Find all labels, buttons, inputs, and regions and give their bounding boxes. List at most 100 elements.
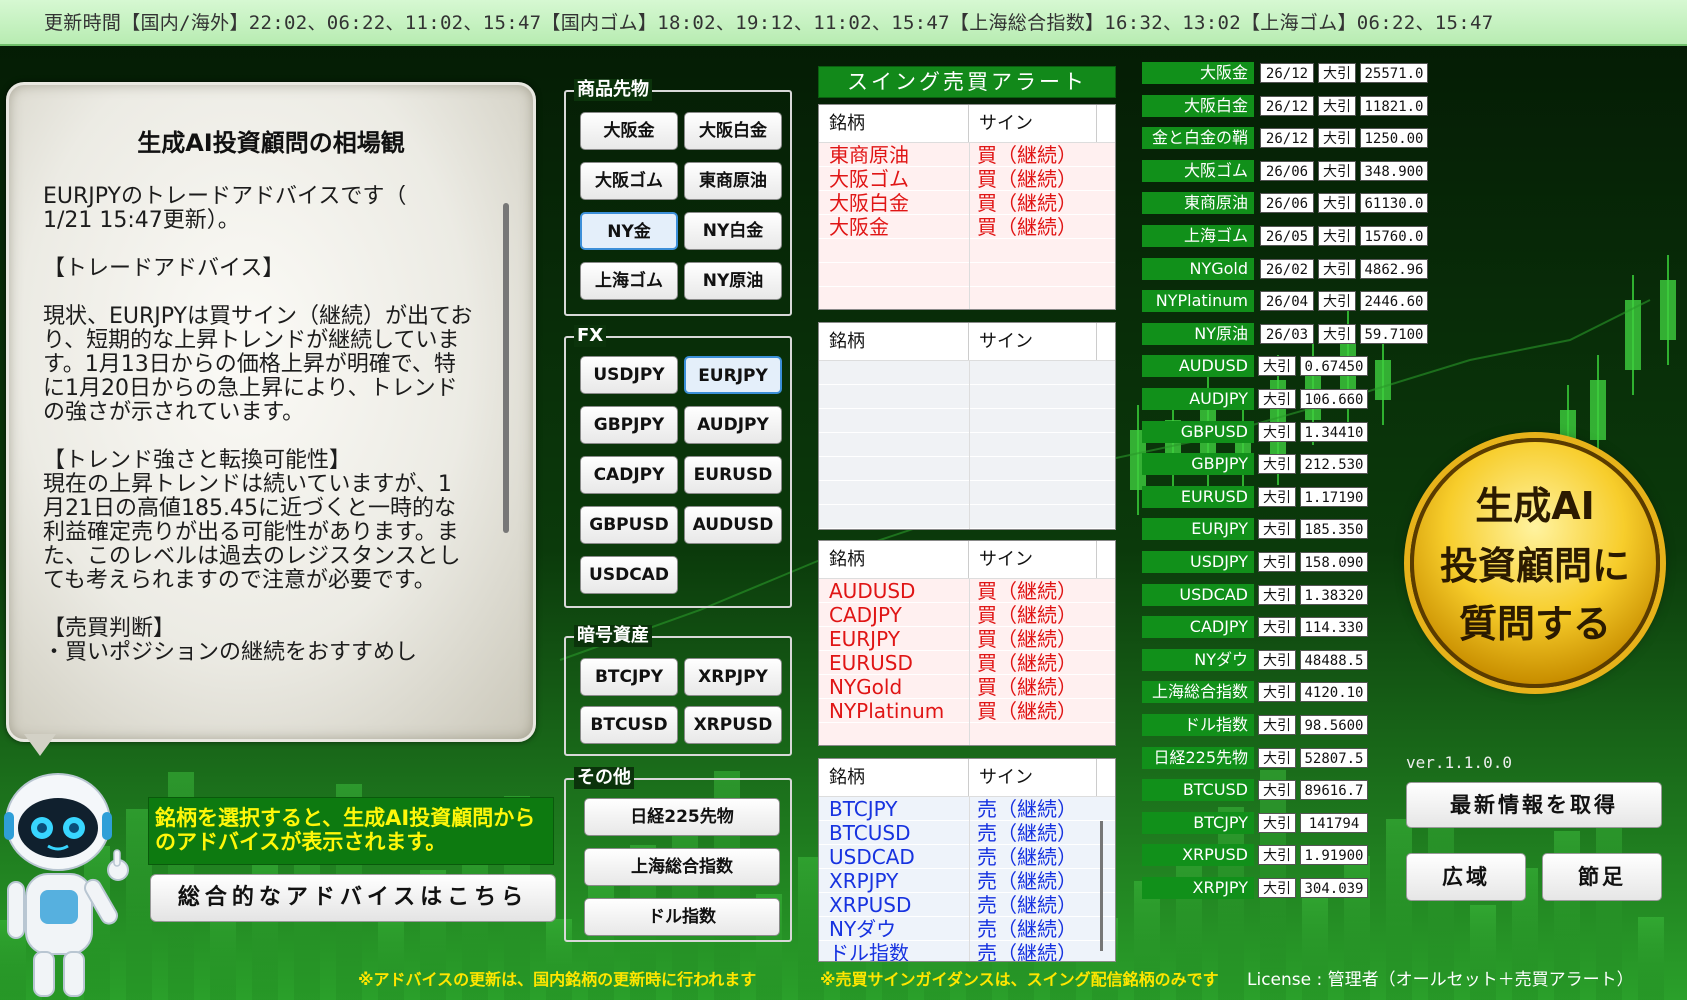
price-value: 1.91900	[1300, 845, 1368, 866]
shanghai-rubber-button[interactable]: 上海ゴム	[580, 262, 678, 300]
dollar-index-button[interactable]: ドル指数	[584, 898, 780, 936]
signal-symbol: NYダウ	[829, 917, 897, 941]
price-symbol: 東商原油	[1142, 192, 1254, 215]
price-kind: 大引	[1258, 878, 1296, 898]
signal-symbol: NYGold	[829, 675, 903, 699]
price-value: 59.7100	[1360, 323, 1428, 344]
signal-row[interactable]: 大阪白金 買（継続）	[819, 191, 1115, 215]
signal-row[interactable]: ドル指数 売（継続）	[819, 941, 1115, 962]
signal-scrollbar[interactable]	[1100, 821, 1103, 951]
signal-row[interactable]: 東商原油 買（継続）	[819, 143, 1115, 167]
price-row: 東商原油 26/06 大引 61130.0	[1142, 192, 1428, 215]
advice-text[interactable]: EURJPYのトレードアドバイスです（ 1/21 15:47更新）。 【トレード…	[43, 185, 473, 733]
signal-rows[interactable]: BTCJPY 売（継続） BTCUSD 売（継続） USDCAD 売（継続） XRPJPY 売…	[819, 797, 1115, 962]
signal-symbol: 大阪白金	[829, 191, 909, 215]
price-kind: 大引	[1258, 845, 1296, 866]
contract-month: 26/05	[1260, 226, 1314, 246]
price-symbol: 上海ゴム	[1142, 225, 1254, 247]
signal-row[interactable]: BTCJPY 売（継続）	[819, 797, 1115, 821]
signal-rows[interactable]	[819, 361, 1115, 529]
xrpusd-button[interactable]: XRPUSD	[684, 706, 782, 744]
footstep-button[interactable]: 節足	[1542, 853, 1662, 901]
col-name-header: 銘柄	[819, 323, 969, 360]
osaka-rubber-button[interactable]: 大阪ゴム	[580, 162, 678, 200]
price-value: 158.090	[1300, 552, 1368, 572]
audusd-button[interactable]: AUDUSD	[684, 506, 782, 544]
signal-sign: 買（継続）	[977, 191, 1077, 215]
price-kind: 大引	[1318, 193, 1356, 214]
signal-table-header: 銘柄 サイン	[819, 541, 1115, 579]
signal-row[interactable]: 大阪金 買（継続）	[819, 215, 1115, 239]
signal-row[interactable]: AUDUSD 買（継続）	[819, 579, 1115, 603]
price-kind: 大引	[1258, 552, 1296, 572]
signal-row[interactable]: XRPUSD 売（継続）	[819, 893, 1115, 917]
signal-rows[interactable]: AUDUSD 買（継続） CADJPY 買（継続） EURJPY 買（継続） EURUSD 買…	[819, 579, 1115, 745]
price-symbol: EURUSD	[1142, 485, 1254, 508]
ny-crude-button[interactable]: NY原油	[684, 262, 782, 300]
ask-ai-advisor-button[interactable]: 生成AI 投資顧問に 質問する	[1410, 438, 1660, 688]
price-value: 89616.7	[1300, 780, 1368, 801]
signal-row[interactable]: USDCAD 売（継続）	[819, 845, 1115, 869]
cadjpy-button[interactable]: CADJPY	[580, 456, 678, 494]
signal-symbol: AUDUSD	[829, 579, 916, 603]
signal-row[interactable]: EURJPY 買（継続）	[819, 627, 1115, 651]
version-label: ver.1.1.0.0	[1406, 753, 1512, 772]
signal-row[interactable]: XRPJPY 売（継続）	[819, 869, 1115, 893]
xrpjpy-button[interactable]: XRPJPY	[684, 658, 782, 696]
advice-scrollbar[interactable]	[503, 203, 509, 533]
price-kind: 大引	[1318, 63, 1356, 83]
price-symbol: BTCJPY	[1142, 811, 1254, 834]
signal-row[interactable]: NYダウ 売（継続）	[819, 917, 1115, 941]
price-kind: 大引	[1258, 715, 1296, 735]
eurusd-button[interactable]: EURUSD	[684, 456, 782, 494]
decorative-candle-body	[1590, 380, 1606, 440]
signal-sign: 買（継続）	[977, 215, 1077, 239]
signal-symbol: BTCJPY	[829, 797, 898, 821]
advice-panel: 生成AI投資顧問の相場観 EURJPYのトレードアドバイスです（ 1/21 15…	[6, 82, 536, 742]
osaka-gold-button[interactable]: 大阪金	[580, 112, 678, 150]
signal-row[interactable]: CADJPY 買（継続）	[819, 603, 1115, 627]
wide-range-button[interactable]: 広域	[1406, 853, 1526, 901]
signal-row[interactable]: NYGold 買（継続）	[819, 675, 1115, 699]
nikkei225-futures-button[interactable]: 日経225先物	[584, 798, 780, 836]
ny-platinum-button[interactable]: NY白金	[684, 212, 782, 250]
signal-sign: 買（継続）	[977, 603, 1077, 627]
gbpusd-button[interactable]: GBPUSD	[580, 506, 678, 544]
signal-sign: 買（継続）	[977, 651, 1077, 675]
overall-advice-button[interactable]: 総合的なアドバイスはこちら	[150, 874, 556, 922]
signal-row[interactable]: 大阪ゴム 買（継続）	[819, 167, 1115, 191]
commodity-futures-group: 商品先物 大阪金 大阪白金 大阪ゴム 東商原油 NY金 NY白金 上海ゴム NY…	[564, 79, 792, 316]
osaka-platinum-button[interactable]: 大阪白金	[684, 112, 782, 150]
audjpy-button[interactable]: AUDJPY	[684, 406, 782, 444]
btcusd-button[interactable]: BTCUSD	[580, 706, 678, 744]
price-row: NYGold 26/02 大引 4862.96	[1142, 257, 1428, 280]
tocom-crude-button[interactable]: 東商原油	[684, 162, 782, 200]
price-symbol: CADJPY	[1142, 616, 1254, 639]
price-row: AUDJPY 大引 106.660	[1142, 388, 1368, 410]
usdcad-button[interactable]: USDCAD	[580, 556, 678, 594]
signal-rows[interactable]: 東商原油 買（継続） 大阪ゴム 買（継続） 大阪白金 買（継続） 大阪金 買（継続）	[819, 143, 1115, 309]
price-value: 114.330	[1300, 617, 1368, 638]
price-kind: 大引	[1258, 584, 1296, 605]
signal-sign: 売（継続）	[977, 797, 1077, 821]
price-symbol: ドル指数	[1142, 714, 1254, 736]
price-symbol: 日経225先物	[1142, 746, 1254, 769]
signal-row[interactable]: NYPlatinum 買（継続）	[819, 699, 1115, 723]
signal-symbol: XRPUSD	[829, 893, 912, 917]
price-row: ドル指数 大引 98.5600	[1142, 714, 1368, 736]
signal-symbol: CADJPY	[829, 603, 902, 627]
ny-gold-button[interactable]: NY金	[580, 212, 678, 250]
shanghai-composite-button[interactable]: 上海総合指数	[584, 848, 780, 886]
price-row: 上海総合指数 大引 4120.10	[1142, 681, 1368, 704]
price-value: 4862.96	[1360, 258, 1428, 279]
signal-sign: 売（継続）	[977, 941, 1077, 962]
usdjpy-button[interactable]: USDJPY	[580, 356, 678, 394]
price-row: 大阪金 26/12 大引 25571.0	[1142, 62, 1428, 84]
gbpjpy-button[interactable]: GBPJPY	[580, 406, 678, 444]
btcjpy-button[interactable]: BTCJPY	[580, 658, 678, 696]
signal-row[interactable]: EURUSD 買（継続）	[819, 651, 1115, 675]
signal-row[interactable]: BTCUSD 売（継続）	[819, 821, 1115, 845]
signal-sign: 買（継続）	[977, 675, 1077, 699]
eurjpy-button[interactable]: EURJPY	[684, 356, 782, 394]
fetch-latest-button[interactable]: 最新情報を取得	[1406, 782, 1662, 828]
